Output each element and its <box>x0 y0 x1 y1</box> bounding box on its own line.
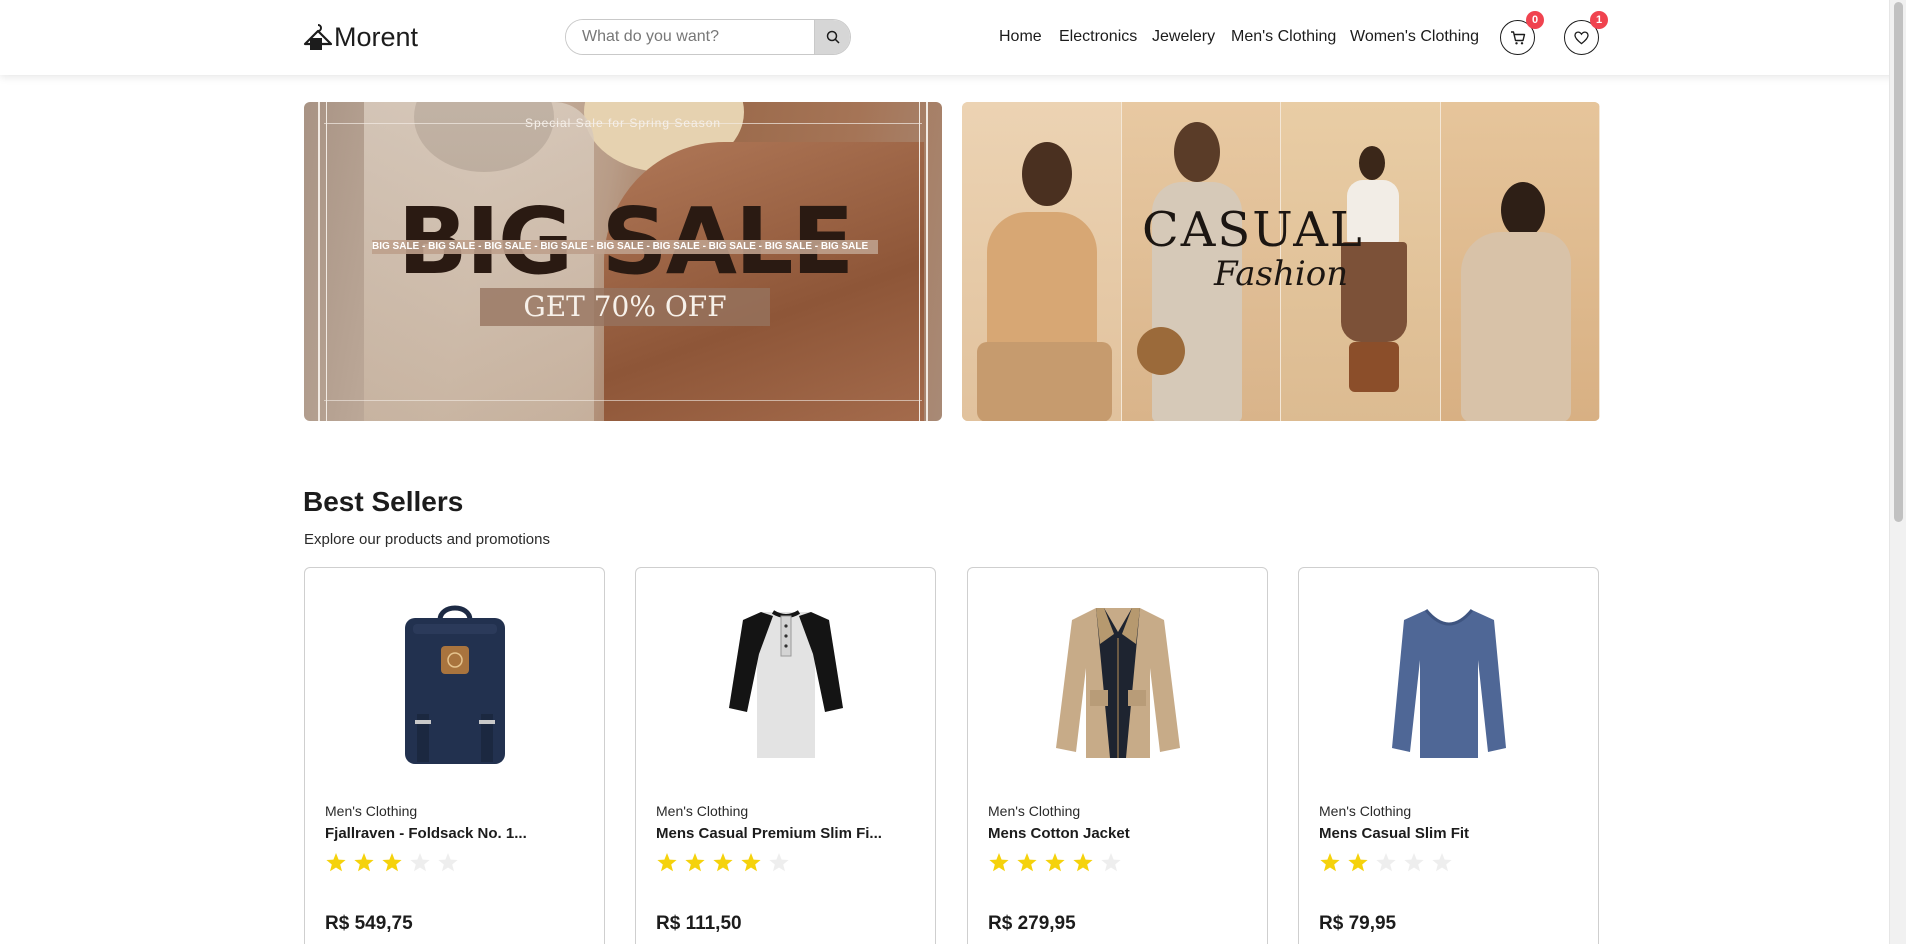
product-price: R$ 279,95 <box>988 913 1076 934</box>
page-scrollbar[interactable] <box>1889 0 1906 944</box>
product-title[interactable]: Mens Casual Premium Slim Fi... <box>656 825 882 842</box>
product-image[interactable] <box>968 598 1267 768</box>
product-price: R$ 549,75 <box>325 913 413 934</box>
product-card[interactable]: Men's Clothing Fjallraven - Foldsack No.… <box>304 567 605 944</box>
product-card[interactable]: Men's Clothing Mens Casual Slim Fit R$ 7… <box>1298 567 1599 944</box>
star-empty-icon <box>410 853 430 872</box>
product-image[interactable] <box>636 598 935 768</box>
section-title: Best Sellers <box>303 486 464 517</box>
casual-fashion-banner[interactable]: CASUAL Fashion <box>962 102 1600 421</box>
model-pants <box>977 342 1112 421</box>
long-sleeve-shirt-icon <box>1391 609 1506 758</box>
product-price: R$ 79,95 <box>1319 913 1397 934</box>
model-boots <box>1349 342 1399 392</box>
banner-offer: GET 70% OFF <box>480 288 770 326</box>
search-button[interactable] <box>814 20 850 54</box>
scrollbar-thumb[interactable] <box>1894 2 1903 522</box>
product-category: Men's Clothing <box>325 803 418 819</box>
nav-womens-clothing[interactable]: Women's Clothing <box>1350 28 1479 46</box>
product-rating <box>656 852 796 874</box>
frame-line <box>326 102 327 421</box>
site-header: Morent Home Electronics Jewelery Men's C… <box>0 0 1906 75</box>
section-subtitle: Explore our products and promotions <box>304 531 550 548</box>
star-filled-icon <box>1017 853 1037 872</box>
star-filled-icon <box>989 853 1009 872</box>
nav-mens-clothing[interactable]: Men's Clothing <box>1231 28 1336 46</box>
frame-line <box>926 102 928 421</box>
star-filled-icon <box>741 853 761 872</box>
star-filled-icon <box>685 853 705 872</box>
product-image[interactable] <box>1299 598 1598 768</box>
hanger-house-icon <box>303 24 333 50</box>
star-filled-icon <box>326 853 346 872</box>
product-title[interactable]: Mens Cotton Jacket <box>988 825 1130 842</box>
product-card[interactable]: Men's Clothing Mens Casual Premium Slim … <box>635 567 936 944</box>
star-filled-icon <box>1320 853 1340 872</box>
search-icon <box>826 30 840 44</box>
cart-icon <box>1510 30 1525 44</box>
frame-line <box>318 102 320 421</box>
product-category: Men's Clothing <box>988 803 1081 819</box>
star-filled-icon <box>713 853 733 872</box>
star-filled-icon <box>1045 853 1065 872</box>
search-bar <box>565 19 851 55</box>
logo-text: Morent <box>334 21 419 52</box>
star-empty-icon <box>438 853 458 872</box>
big-sale-banner[interactable]: Special Sale for Spring Season BIG SALE … <box>304 102 942 421</box>
product-rating <box>1319 852 1459 874</box>
wishlist-count-badge: 1 <box>1590 11 1608 29</box>
product-rating <box>325 852 465 874</box>
star-empty-icon <box>1101 853 1121 872</box>
fashion-photo-panel <box>962 102 1122 421</box>
model-head <box>1173 122 1220 182</box>
heart-icon <box>1574 30 1589 44</box>
product-title[interactable]: Mens Casual Slim Fit <box>1319 825 1469 842</box>
star-filled-icon <box>657 853 677 872</box>
product-title[interactable]: Fjallraven - Foldsack No. 1... <box>325 825 527 842</box>
product-image[interactable] <box>305 598 604 768</box>
model-jumpsuit <box>1460 232 1571 421</box>
model-head <box>1022 142 1072 206</box>
model-sweater <box>987 212 1097 362</box>
jacket-icon <box>1055 608 1180 758</box>
banner-tagline: Special Sale for Spring Season <box>524 116 722 130</box>
fashion-photo-panel <box>1440 102 1600 421</box>
product-card[interactable]: Men's Clothing Mens Cotton Jacket R$ 279… <box>967 567 1268 944</box>
logo[interactable]: Morent <box>303 20 418 54</box>
star-empty-icon <box>1376 853 1396 872</box>
nav-jewelery[interactable]: Jewelery <box>1152 28 1215 46</box>
star-empty-icon <box>769 853 789 872</box>
banner-ticker: BIG SALE - BIG SALE - BIG SALE - BIG SAL… <box>372 240 878 254</box>
raglan-shirt-icon <box>728 610 843 758</box>
product-rating <box>988 852 1128 874</box>
frame-line <box>919 102 920 421</box>
banner-title: CASUAL <box>1142 202 1364 258</box>
nav-home[interactable]: Home <box>999 28 1042 46</box>
product-category: Men's Clothing <box>656 803 749 819</box>
nav-electronics[interactable]: Electronics <box>1059 28 1137 46</box>
model-head <box>1500 182 1545 238</box>
cart-button[interactable]: 0 <box>1500 11 1544 55</box>
product-category: Men's Clothing <box>1319 803 1412 819</box>
search-input[interactable] <box>566 20 814 54</box>
model-bag <box>1136 327 1185 375</box>
star-filled-icon <box>382 853 402 872</box>
banner-script: Fashion <box>1214 254 1349 294</box>
star-empty-icon <box>1432 853 1452 872</box>
star-filled-icon <box>1073 853 1093 872</box>
star-filled-icon <box>1348 853 1368 872</box>
star-filled-icon <box>354 853 374 872</box>
frame-line <box>324 400 922 401</box>
star-empty-icon <box>1404 853 1424 872</box>
wishlist-button[interactable]: 1 <box>1564 11 1608 55</box>
model-head <box>1359 146 1385 180</box>
backpack-icon <box>404 605 505 764</box>
cart-count-badge: 0 <box>1526 11 1544 29</box>
product-price: R$ 111,50 <box>656 913 742 934</box>
